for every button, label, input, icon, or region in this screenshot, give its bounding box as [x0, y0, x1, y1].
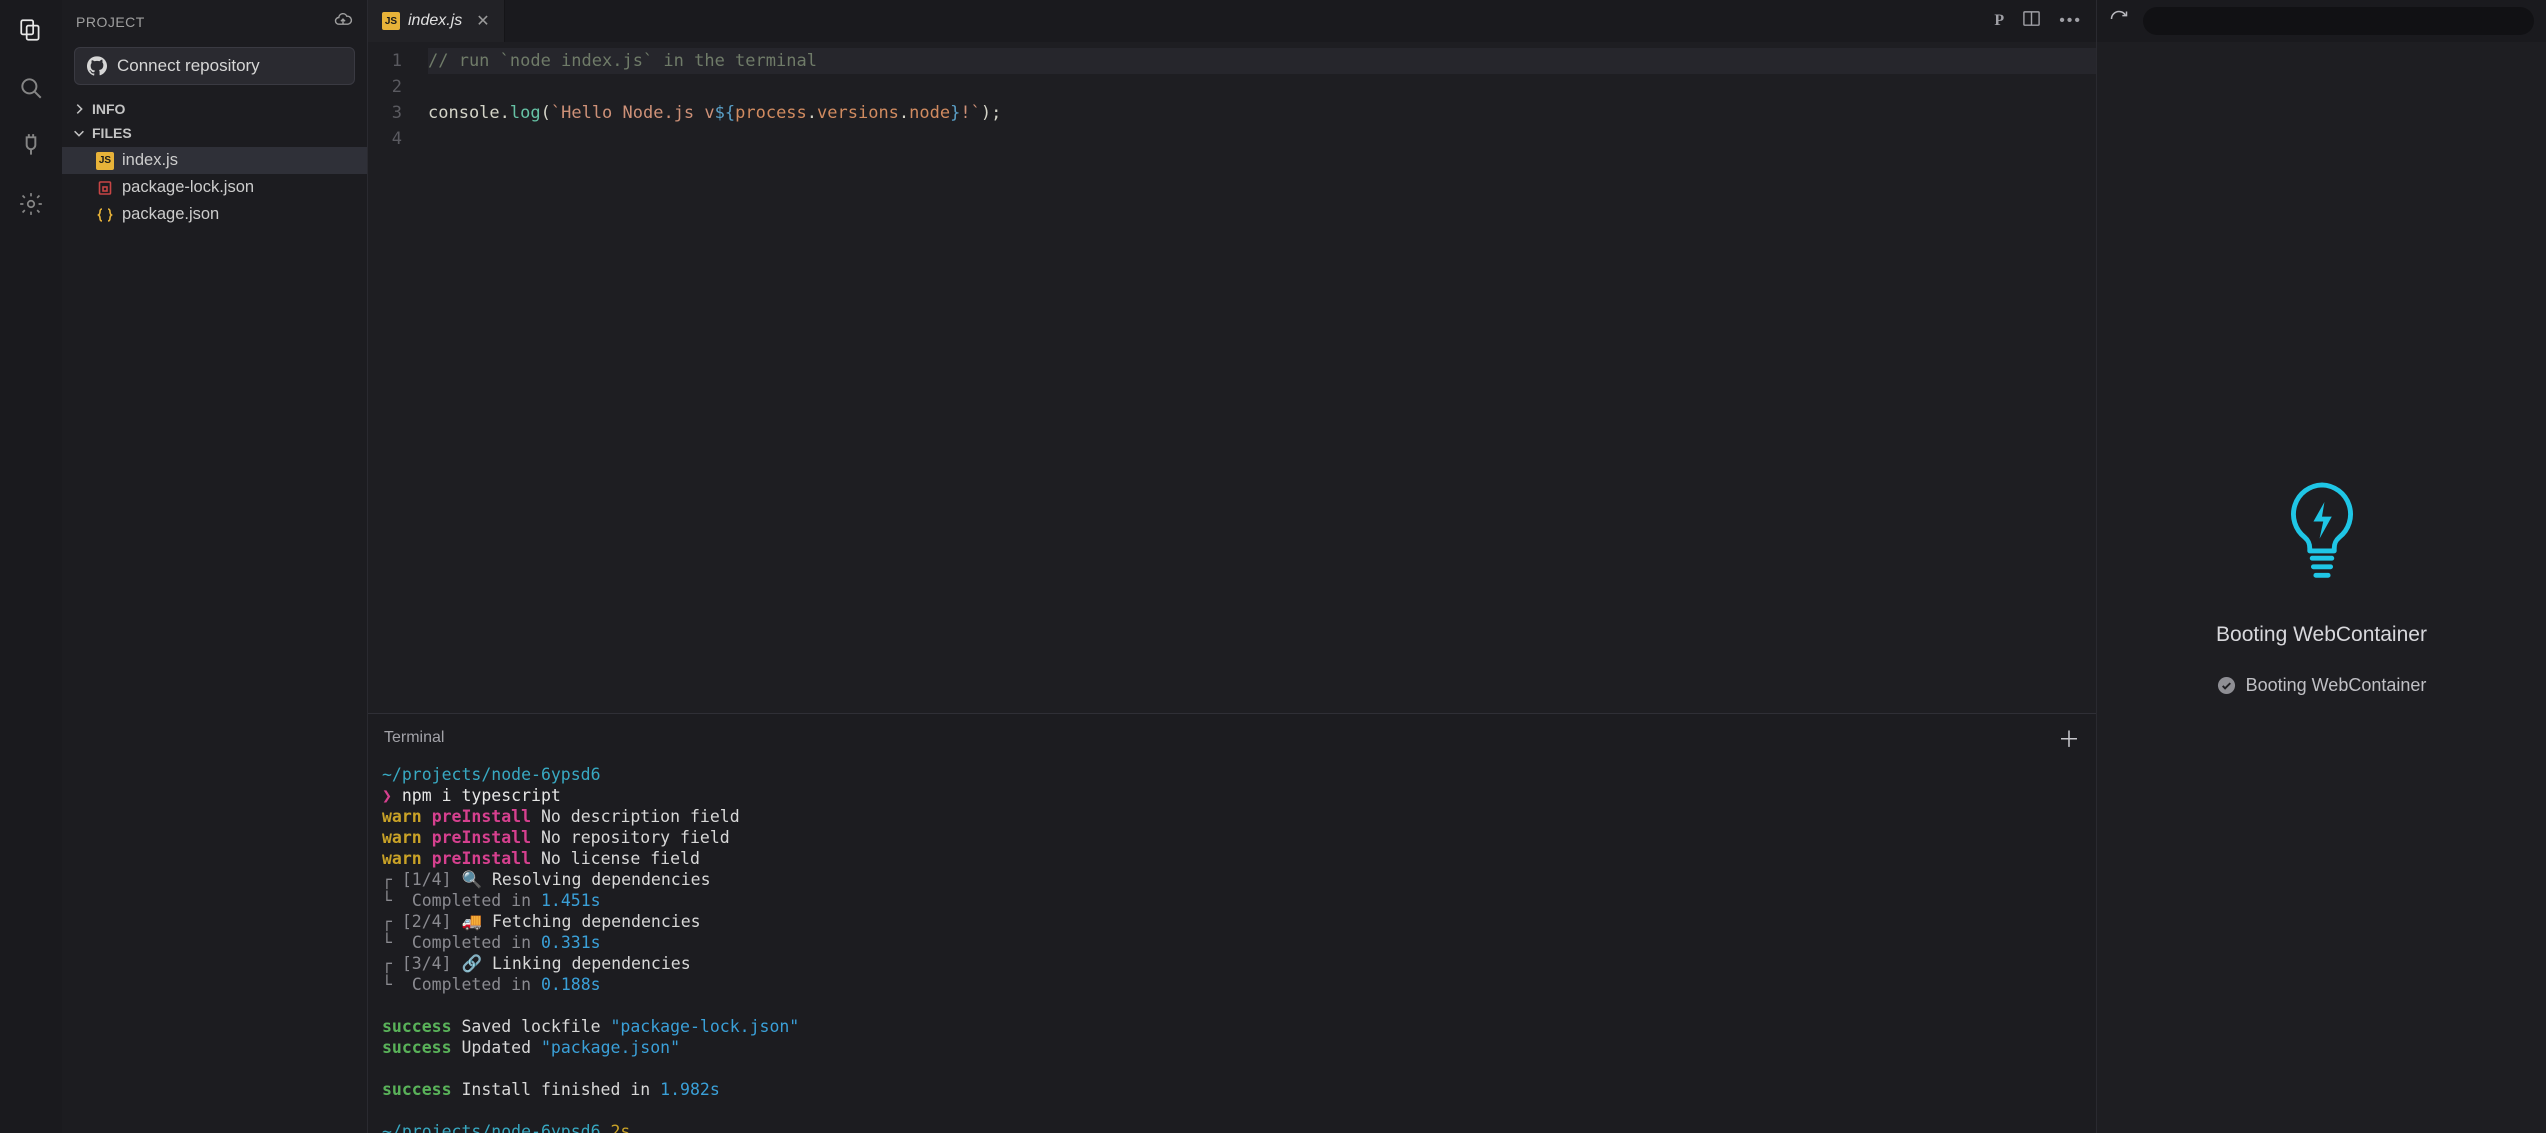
terminal-title: Terminal: [384, 729, 444, 747]
preview-status: Booting WebContainer: [2217, 675, 2427, 696]
search-icon[interactable]: [13, 70, 49, 106]
lock-file-icon: [96, 179, 114, 197]
preview-pane: Booting WebContainer Booting WebContaine…: [2096, 0, 2546, 1133]
chevron-down-icon: [72, 126, 86, 140]
editor-actions: P •••: [1980, 9, 2096, 33]
cloud-icon[interactable]: [333, 10, 353, 33]
terminal-add-button[interactable]: ＋: [2058, 722, 2080, 754]
js-file-icon: JS: [382, 12, 400, 30]
explorer-icon[interactable]: [13, 12, 49, 48]
preview-url-bar[interactable]: [2143, 7, 2534, 35]
js-file-icon: JS: [96, 152, 114, 170]
tab-bar: JS index.js ✕ P •••: [368, 0, 2096, 42]
github-icon: [87, 56, 107, 76]
section-info[interactable]: INFO: [62, 97, 367, 121]
terminal-output[interactable]: ~/projects/node-6ypsd6 ❯ npm i typescrip…: [368, 762, 2096, 1133]
code-editor[interactable]: 1 2 3 4 // run `node index.js` in the te…: [368, 42, 2096, 713]
close-tab-button[interactable]: ✕: [476, 11, 489, 31]
file-item-index-js[interactable]: JS index.js: [62, 147, 367, 174]
more-icon[interactable]: •••: [2059, 12, 2082, 30]
json-file-icon: [96, 206, 114, 224]
lightning-bulb-icon: [2283, 480, 2361, 595]
check-circle-icon: [2217, 676, 2236, 695]
split-editor-icon[interactable]: [2022, 9, 2041, 33]
tab-index-js[interactable]: JS index.js ✕: [368, 0, 505, 42]
chevron-right-icon: [72, 102, 86, 116]
file-tree: JS index.js package-lock.json package.js…: [62, 145, 367, 228]
sidebar: PROJECT Connect repository INFO FILES JS…: [62, 0, 367, 1133]
editor-area: JS index.js ✕ P ••• 1 2 3 4 // run `node…: [367, 0, 2096, 1133]
connect-repository-button[interactable]: Connect repository: [74, 47, 355, 85]
terminal-panel: Terminal ＋ ~/projects/node-6ypsd6 ❯ npm …: [368, 713, 2096, 1133]
prettier-icon[interactable]: P: [1994, 12, 2004, 30]
connect-repo-label: Connect repository: [117, 56, 260, 76]
file-item-package-json[interactable]: package.json: [62, 201, 367, 228]
activity-bar: [0, 0, 62, 1133]
settings-icon[interactable]: [13, 186, 49, 222]
ports-icon[interactable]: [13, 128, 49, 164]
file-item-package-lock[interactable]: package-lock.json: [62, 174, 367, 201]
sidebar-title: PROJECT: [76, 14, 145, 30]
section-files[interactable]: FILES: [62, 121, 367, 145]
code-lines: // run `node index.js` in the terminal c…: [428, 48, 2096, 713]
line-gutter: 1 2 3 4: [368, 48, 428, 713]
reload-icon[interactable]: [2109, 9, 2129, 34]
preview-title: Booting WebContainer: [2216, 623, 2427, 647]
